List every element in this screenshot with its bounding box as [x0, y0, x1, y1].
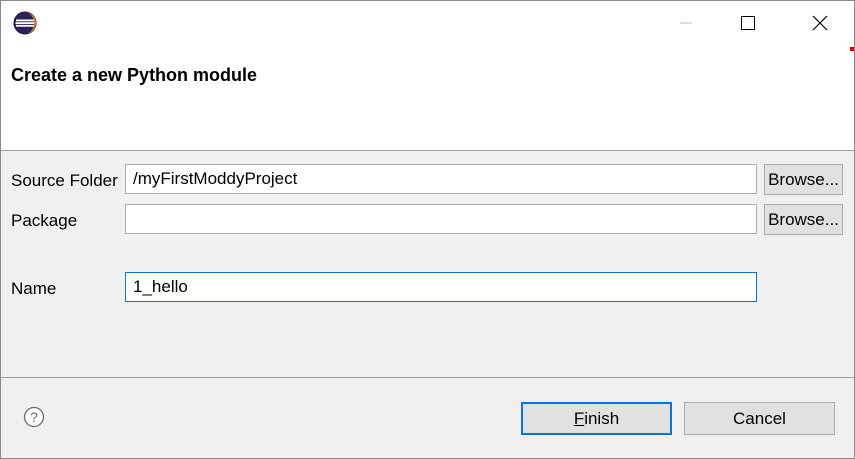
source-folder-label: Source Folder	[11, 171, 118, 190]
package-field[interactable]	[125, 204, 757, 234]
eclipse-icon	[13, 11, 37, 35]
finish-mnemonic: F	[573, 408, 585, 428]
svg-text:?: ?	[30, 409, 38, 425]
close-icon	[812, 15, 828, 31]
dialog-header: Create a new Python module	[1, 45, 854, 151]
name-label: Name	[11, 279, 57, 298]
minimize-icon	[680, 22, 692, 24]
dialog-window: Create a new Python module Source Folder…	[0, 0, 855, 459]
name-field[interactable]: 1_hello	[125, 272, 757, 302]
package-label: Package	[11, 211, 78, 230]
help-icon[interactable]: ?	[23, 406, 45, 428]
close-button[interactable]	[797, 1, 843, 45]
package-browse-button[interactable]: Browse...	[764, 204, 843, 235]
cancel-button[interactable]: Cancel	[684, 402, 835, 435]
error-marker	[850, 47, 854, 51]
footer-divider	[1, 377, 854, 378]
maximize-icon	[741, 16, 755, 30]
source-folder-field[interactable]: /myFirstModdyProject	[125, 164, 757, 194]
maximize-button[interactable]	[725, 1, 771, 45]
minimize-button[interactable]	[663, 1, 709, 45]
finish-label: inish	[584, 408, 620, 428]
dialog-title: Create a new Python module	[11, 65, 258, 85]
title-bar	[1, 1, 854, 45]
finish-button[interactable]: Finish	[521, 402, 672, 435]
source-folder-browse-button[interactable]: Browse...	[764, 164, 843, 195]
